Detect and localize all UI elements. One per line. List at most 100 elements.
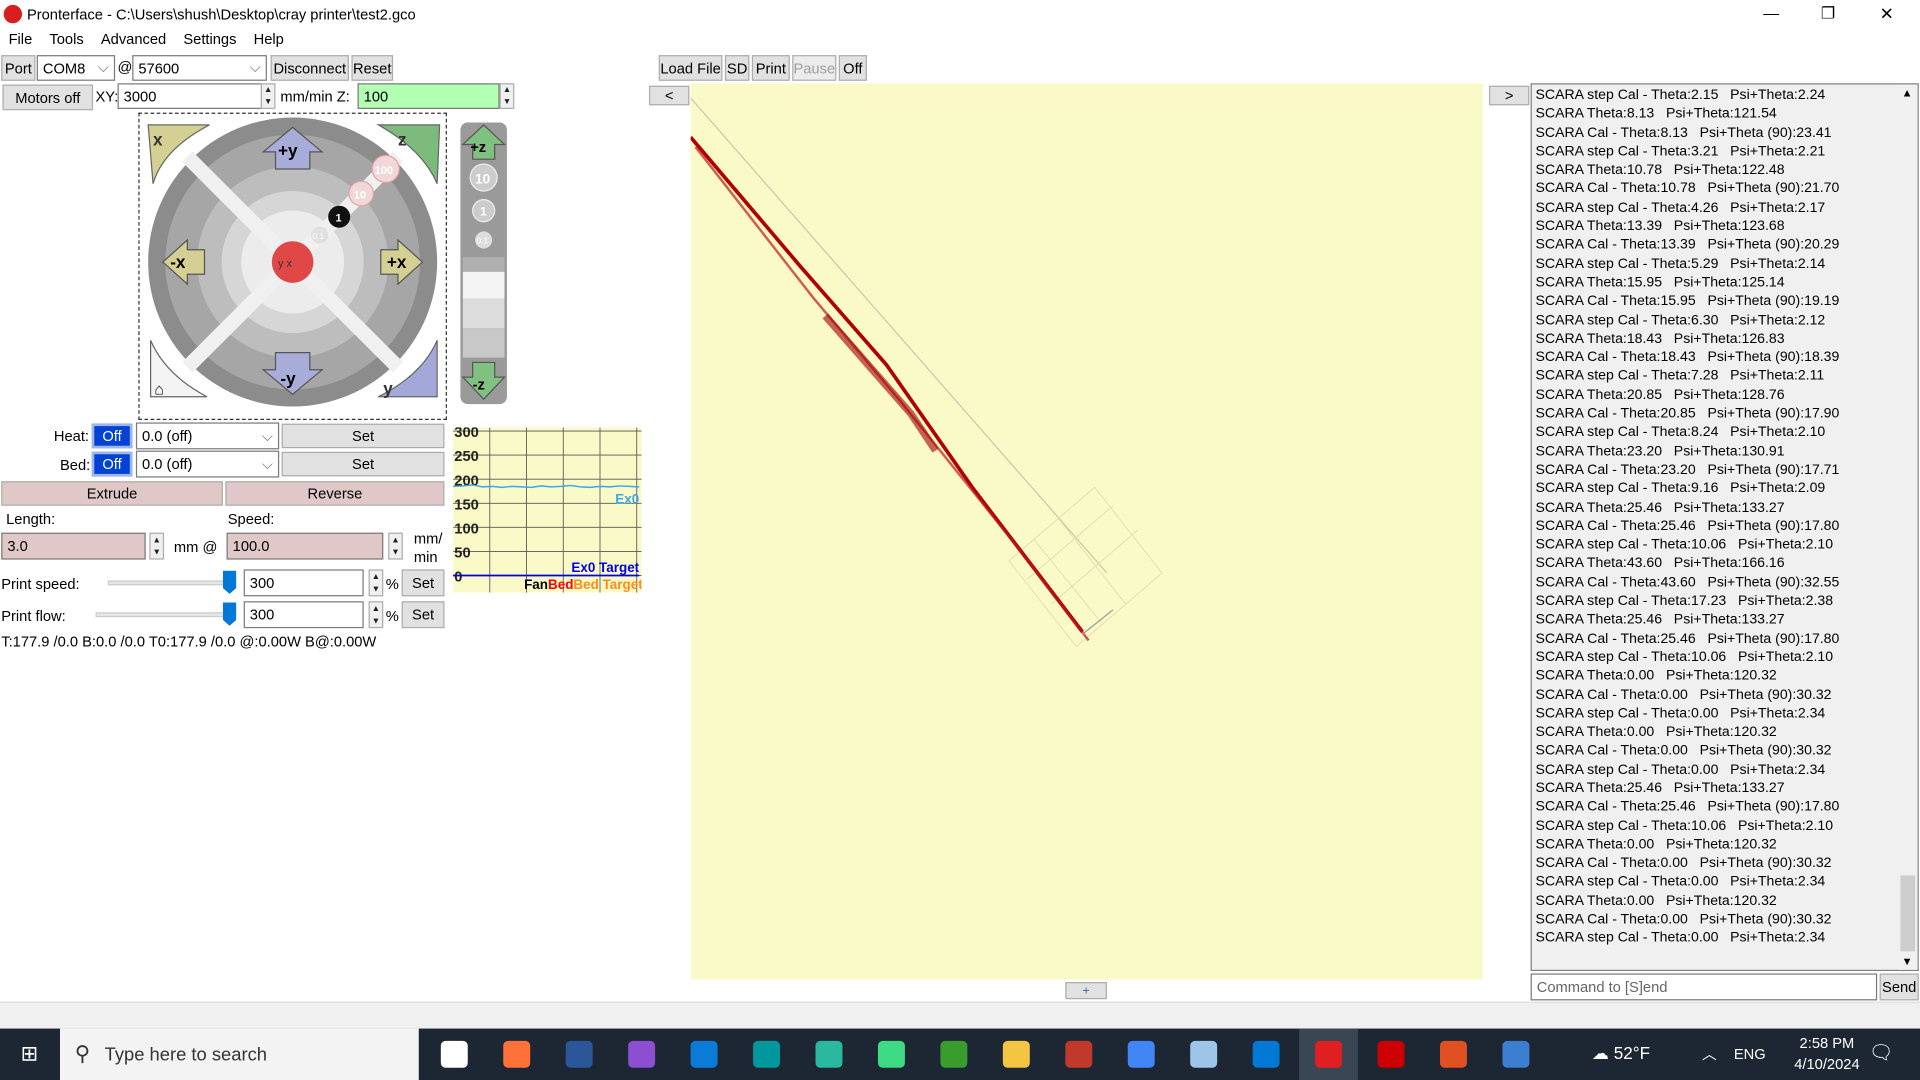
heat-select[interactable]: 0.0 (off) ⌵ [135,422,280,450]
scroll-down-icon[interactable]: ▼ [1902,955,1913,967]
taskbar-file-explorer-icon[interactable] [998,1036,1035,1073]
bed-select[interactable]: 0.0 (off) ⌵ [135,450,280,478]
port-select[interactable]: COM8 ⌵ [36,55,116,81]
scrollbar-thumb[interactable] [1900,875,1916,952]
print-flow-spinner[interactable]: ▲ ▼ [368,601,384,629]
menu-advanced[interactable]: Advanced [101,31,166,48]
print-flow-input[interactable]: 300 [243,601,364,629]
taskbar-firefox-icon[interactable] [498,1036,535,1073]
xy-feedrate-input[interactable]: 3000 [117,83,263,109]
print-flow-slider[interactable] [95,612,231,618]
log-line: SCARA step Cal - Theta:4.26 Psi+Theta:2.… [1535,200,1826,216]
print-speed-spinner[interactable]: ▲ ▼ [368,569,384,597]
language-indicator[interactable]: ENG [1734,1046,1766,1063]
taskbar-app-icon[interactable] [1498,1036,1535,1073]
length-input[interactable]: 3.0 [1,532,146,560]
log-scrollbar[interactable]: ▲ ▼ [1897,84,1918,970]
reset-button[interactable]: Reset [351,55,394,81]
center-label: y x [278,258,293,270]
print-speed-slider[interactable] [107,580,231,586]
xy-jog-control[interactable]: x z ⌂ y +y -y -x +x 100 10 1 0.1 y x [138,113,447,420]
disconnect-button[interactable]: Disconnect [270,55,349,81]
print-flow-slider-thumb[interactable] [222,602,237,626]
close-button[interactable]: ✕ [1880,4,1894,25]
z-spinner[interactable]: ▲ ▼ [499,83,515,109]
menu-help[interactable]: Help [254,31,284,48]
taskbar-android-icon[interactable] [873,1036,910,1073]
gcode-preview-canvas[interactable] [690,83,1483,980]
port-button[interactable]: Port [1,55,36,81]
heat-toggle[interactable]: Off [91,423,133,449]
search-placeholder: Type here to search [104,1043,267,1065]
bed-set-button[interactable]: Set [281,451,445,477]
taskbar-store-icon[interactable] [686,1036,723,1073]
send-button[interactable]: Send [1879,973,1919,1001]
taskbar-vscode-icon[interactable] [1248,1036,1285,1073]
print-speed-set-button[interactable]: Set [401,569,445,597]
start-button[interactable]: ⊞ [11,1036,48,1073]
home-z-label: z [398,130,407,150]
log-line: SCARA step Cal - Theta:7.28 Psi+Theta:2.… [1535,369,1825,384]
taskbar-filezilla-icon[interactable] [1373,1036,1410,1073]
extrude-button[interactable]: Extrude [1,481,223,506]
speed-spinner[interactable]: ▲ ▼ [388,532,403,560]
legend: FanBedBed Target [524,577,642,592]
restore-button[interactable]: ❐ [1821,4,1835,24]
sd-button[interactable]: SD [724,55,750,81]
taskbar-notepad-icon[interactable] [1185,1036,1222,1073]
pause-button[interactable]: Pause [792,55,837,81]
taskbar-word-icon[interactable] [561,1036,598,1073]
add-button[interactable]: + [1065,982,1107,1000]
length-spinner[interactable]: ▲ ▼ [149,532,165,560]
command-input[interactable] [1530,973,1878,1001]
log-line: SCARA Theta:0.00 Psi+Theta:120.32 [1535,725,1777,740]
chevron-up-icon[interactable]: ︿ [1702,1043,1717,1064]
speed-input[interactable]: 100.0 [226,532,384,560]
taskbar-chrome-icon[interactable] [1123,1036,1160,1073]
motors-off-button[interactable]: Motors off [2,84,94,111]
reverse-button[interactable]: Reverse [225,481,445,506]
prev-layer-button[interactable]: < [648,85,690,106]
print-flow-set-button[interactable]: Set [401,601,445,629]
app-logo-icon [3,4,23,24]
clock-date[interactable]: 4/10/2024 [1790,1056,1863,1073]
next-layer-button[interactable]: > [1488,85,1530,106]
heat-set-button[interactable]: Set [281,423,445,449]
notification-icon[interactable]: 🗨 [1869,1041,1894,1065]
menu-file[interactable]: File [9,31,33,48]
bed-toggle[interactable]: Off [91,451,133,477]
xy-spinner[interactable]: ▲ ▼ [260,83,276,109]
clock-time[interactable]: 2:58 PM [1790,1035,1863,1052]
at-label: @ [117,58,133,76]
minimize-button[interactable]: — [1763,4,1779,22]
taskbar-panda-icon[interactable] [436,1036,473,1073]
log-line: SCARA Theta:0.00 Psi+Theta:120.32 [1535,668,1777,684]
taskbar-arduino-icon[interactable] [748,1036,785,1073]
taskbar-turtle-icon[interactable] [936,1036,973,1073]
scroll-up-icon[interactable]: ▲ [1902,87,1913,99]
z-feedrate-input[interactable]: 100 [357,83,500,109]
print-flow-pct: % [385,607,399,625]
log-line: SCARA Theta:10.78 Psi+Theta:122.48 [1535,163,1785,178]
home-icon: ⌂ [154,381,164,398]
print-button[interactable]: Print [751,55,790,81]
log-line: SCARA Theta:0.00 Psi+Theta:120.32 [1535,837,1777,853]
taskbar-visual-studio-icon[interactable] [623,1036,660,1073]
taskbar-pronterface-icon[interactable] [1299,1028,1358,1080]
menu-settings[interactable]: Settings [183,31,236,48]
load-file-button[interactable]: Load File [658,55,723,81]
console-log[interactable]: SCARA step Cal - Theta:2.15 Psi+Theta:2.… [1530,83,1919,972]
taskbar-winrar-icon[interactable] [1060,1036,1097,1073]
print-speed-slider-thumb[interactable] [222,570,237,594]
weather-widget[interactable]: ☁ 52°F [1592,1043,1650,1064]
baud-select[interactable]: 57600 ⌵ [132,55,267,81]
menu-tools[interactable]: Tools [49,31,83,48]
taskbar-edge-icon[interactable] [811,1036,848,1073]
log-line: SCARA Cal - Theta:25.46 Psi+Theta (90):1… [1535,799,1840,815]
print-speed-input[interactable]: 300 [243,569,364,597]
taskbar-search[interactable]: ⚲ Type here to search [60,1028,419,1080]
print-speed-label: Print speed: [1,575,80,593]
taskbar-recolor-icon[interactable] [1435,1036,1472,1073]
z-jog-control[interactable]: +z 10 1 0.1 -z [456,122,510,406]
off-button[interactable]: Off [838,55,867,81]
